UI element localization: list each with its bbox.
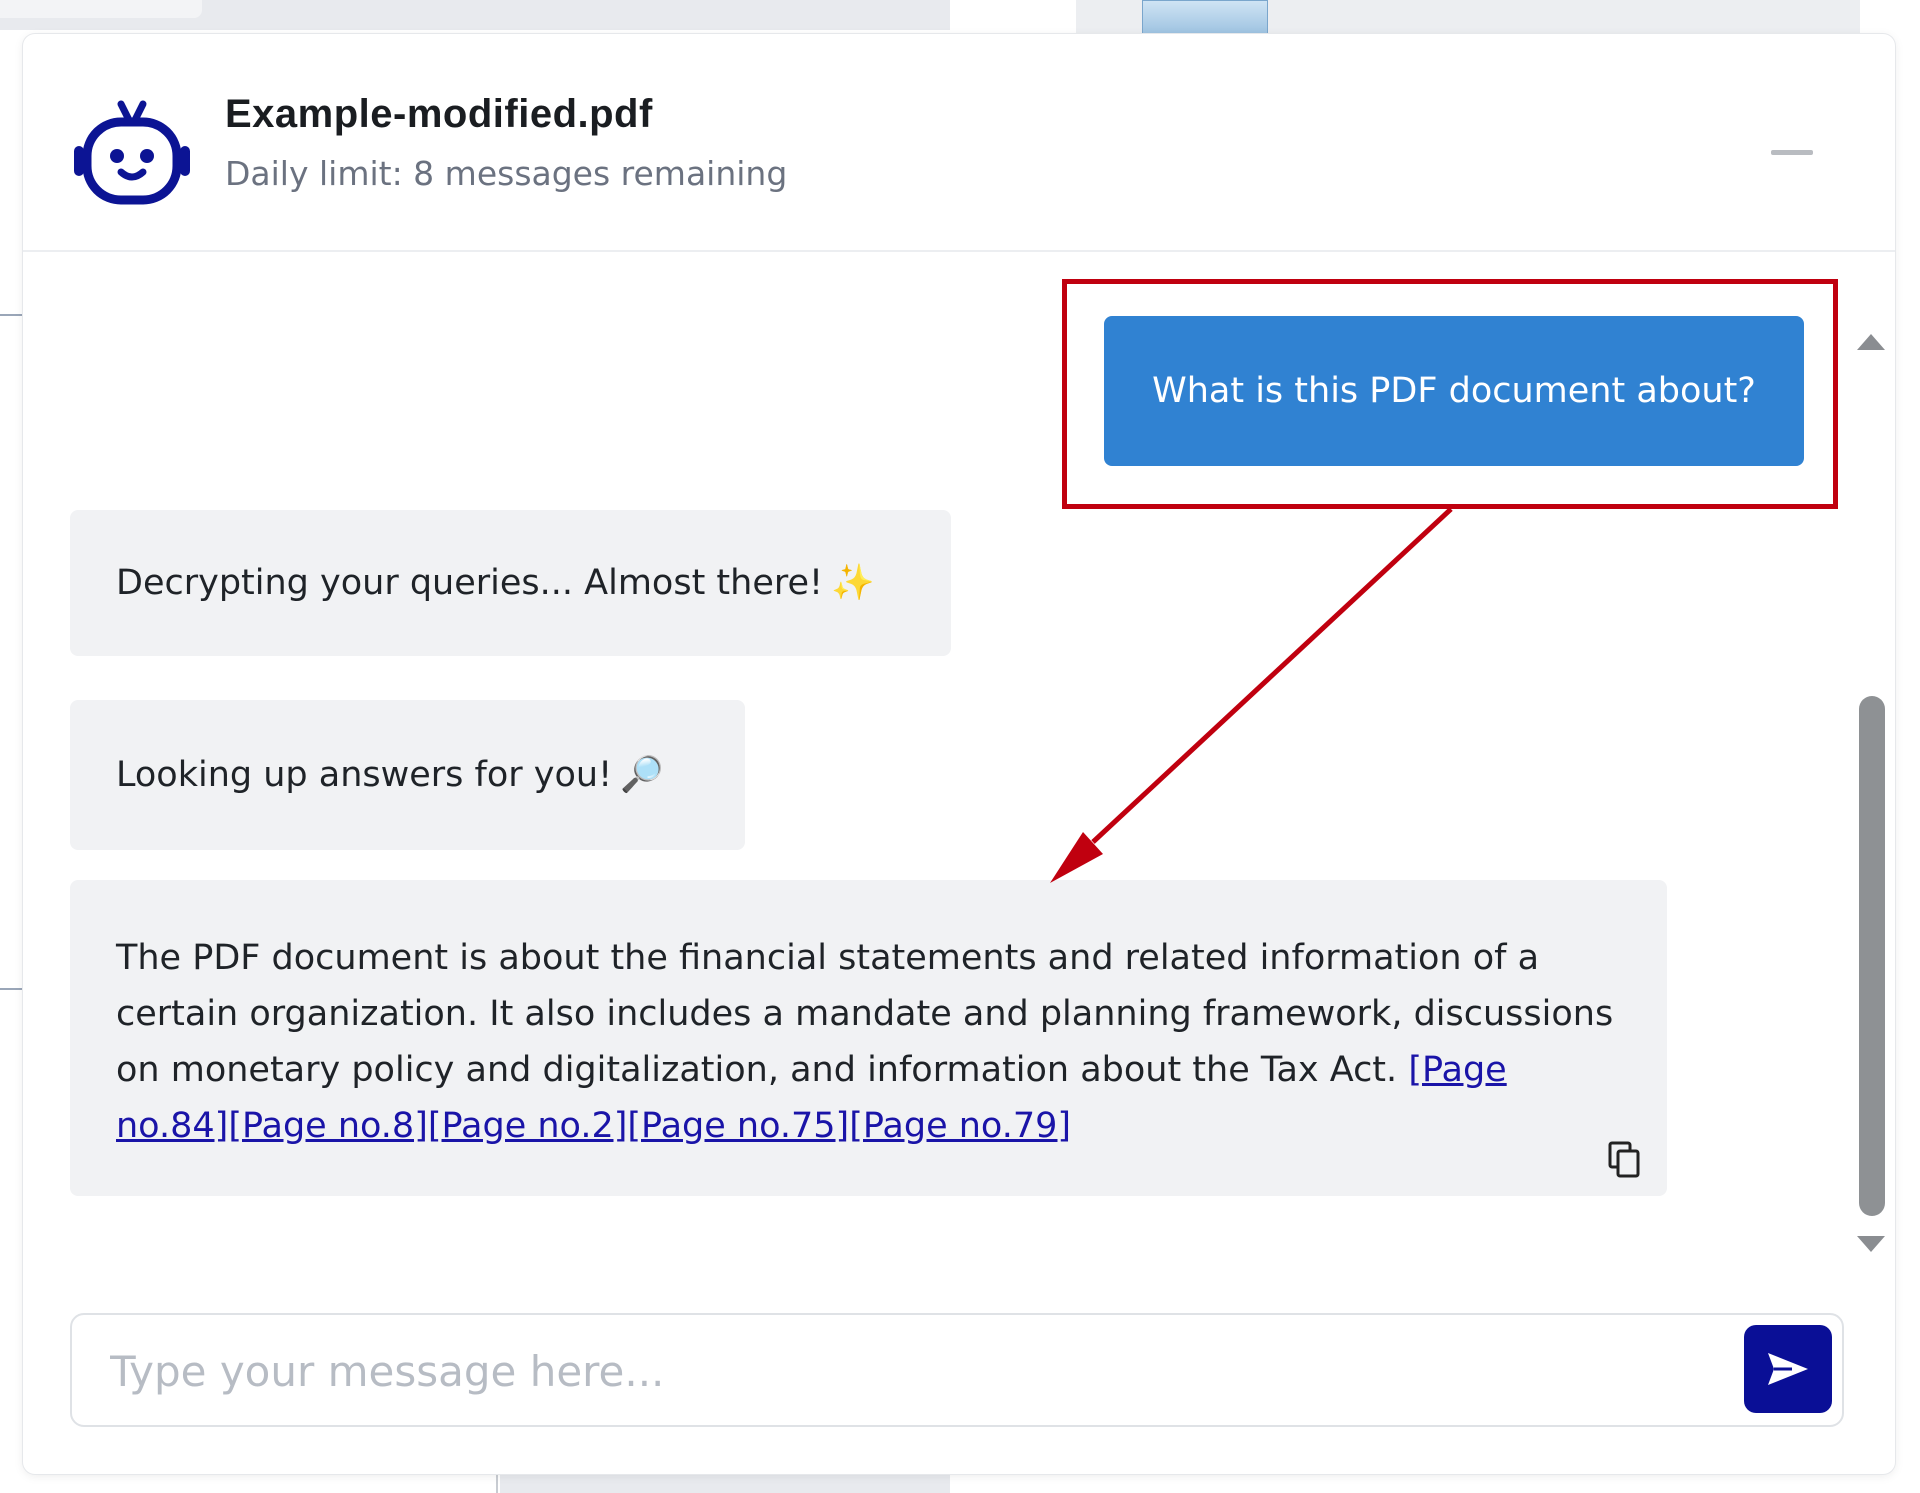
status-text: Decrypting your queries... Almost there!: [116, 563, 824, 603]
status-text: Looking up answers for you!: [116, 755, 613, 795]
message-composer: [70, 1313, 1844, 1427]
daily-limit-text: Daily limit: 8 messages remaining: [225, 154, 788, 193]
document-title: Example-modified.pdf: [225, 92, 653, 136]
minimize-icon: [1771, 150, 1813, 155]
background-footer-strip: [500, 1474, 950, 1493]
user-message: What is this PDF document about?: [1104, 316, 1804, 466]
background-tab: [0, 0, 202, 18]
bot-status-message: Decrypting your queries... Almost there!…: [70, 510, 951, 656]
page-link[interactable]: [Page no.75]: [627, 1106, 849, 1146]
answer-text: The PDF document is about the financial …: [116, 938, 1614, 1090]
background-divider: [0, 988, 22, 990]
page-link[interactable]: [Page no.79]: [849, 1106, 1071, 1146]
background-document-thumbnail: [1142, 0, 1268, 36]
page-link[interactable]: [Page no.2]: [428, 1106, 628, 1146]
magnifier-icon: 🔎: [620, 755, 664, 795]
send-button[interactable]: [1744, 1325, 1832, 1413]
message-list[interactable]: What is this PDF document about? Decrypt…: [23, 252, 1895, 1272]
robot-icon: [74, 100, 190, 205]
bot-status-message: Looking up answers for you! 🔎: [70, 700, 745, 850]
chat-panel: Example-modified.pdf Daily limit: 8 mess…: [23, 34, 1895, 1474]
send-icon: [1768, 1353, 1808, 1385]
sparkles-icon: ✨: [831, 563, 875, 603]
message-input[interactable]: [108, 1333, 1692, 1409]
user-message-text: What is this PDF document about?: [1152, 371, 1756, 411]
bot-answer-message: The PDF document is about the financial …: [70, 880, 1667, 1196]
minimize-button[interactable]: [1771, 138, 1813, 168]
scroll-down-arrow[interactable]: [1857, 1236, 1885, 1252]
chat-header: Example-modified.pdf Daily limit: 8 mess…: [23, 34, 1895, 252]
scrollbar-thumb[interactable]: [1859, 696, 1885, 1216]
copy-icon[interactable]: [1607, 1140, 1643, 1180]
page-link[interactable]: [Page no.8]: [228, 1106, 428, 1146]
scroll-up-arrow[interactable]: [1857, 334, 1885, 350]
background-divider: [0, 314, 22, 316]
